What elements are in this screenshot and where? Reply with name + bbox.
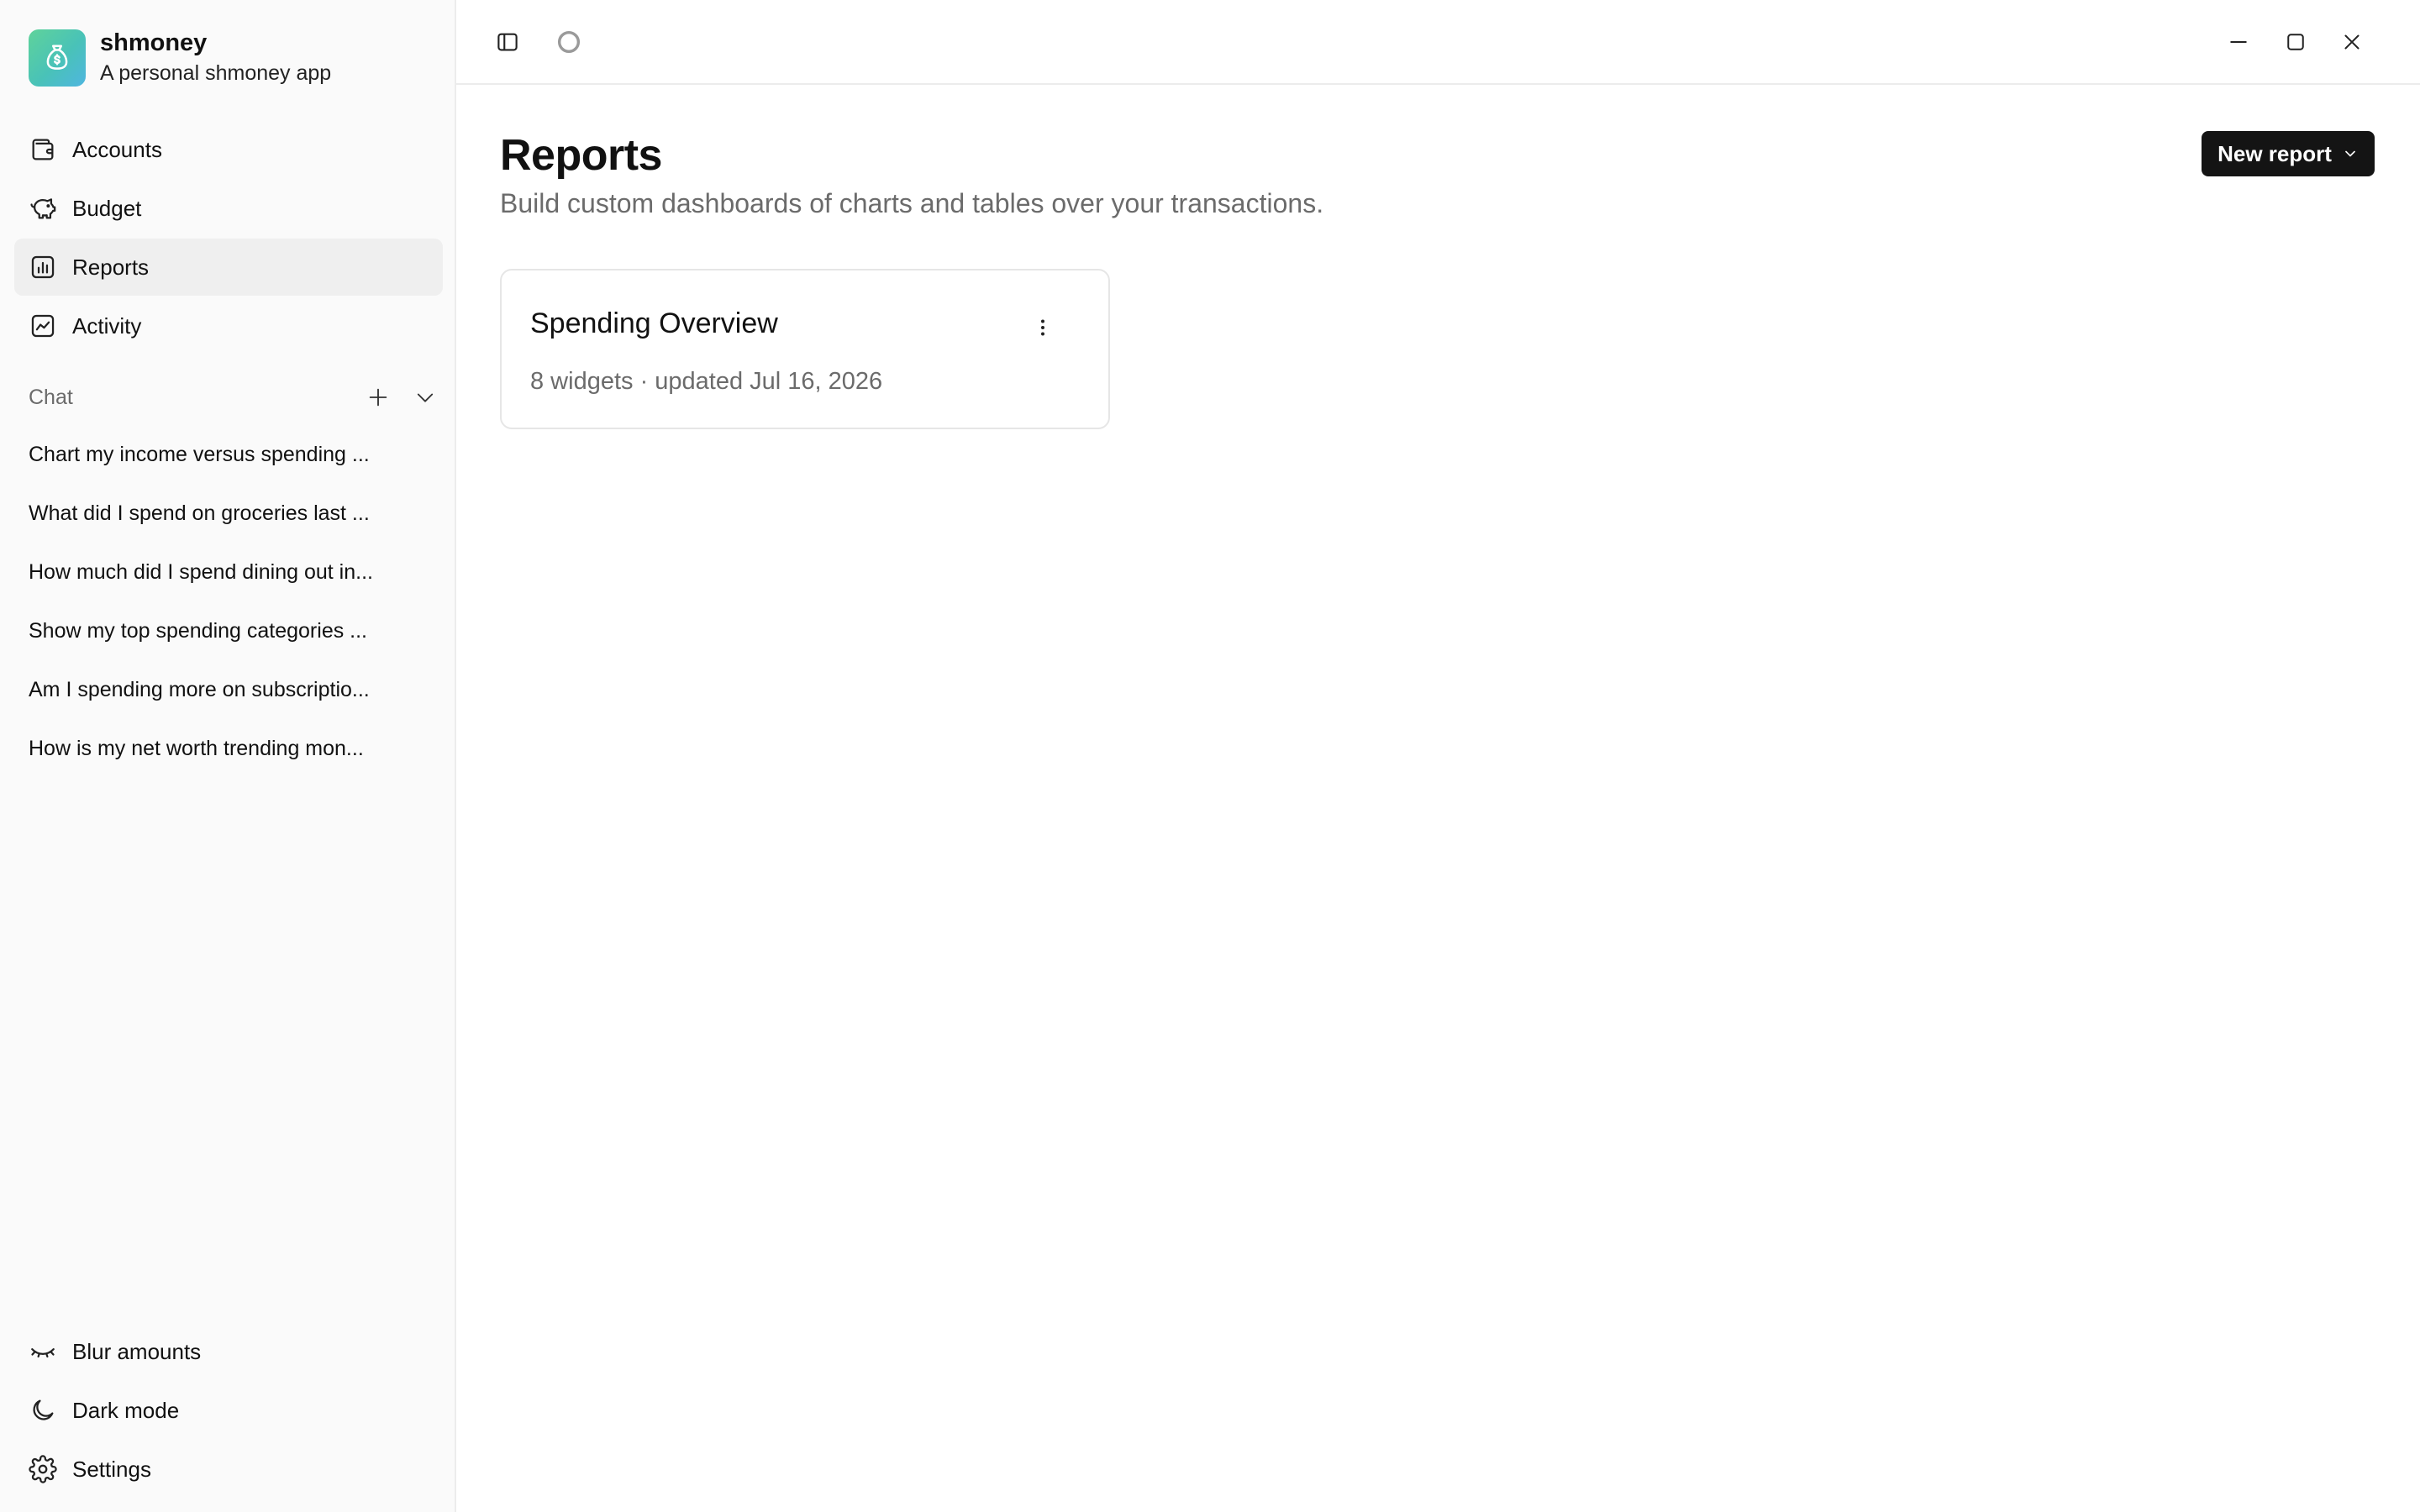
money-bag-icon [29,29,86,87]
report-meta: 8 widgets · updated Jul 16, 2026 [530,368,883,395]
sidebar-item-label: Budget [72,195,142,221]
sidebar-footer: Blur amounts Dark mode Settings [14,1323,443,1499]
app-name: shmoney [100,29,208,56]
report-title: Spending Overview [530,307,778,339]
chart-icon [31,255,55,279]
minimize-window-button[interactable] [2222,25,2255,59]
chevron-down-icon [2345,150,2355,157]
chat-section-header: Chat [29,376,442,418]
sidebar-item-accounts[interactable]: Accounts [14,121,443,178]
page-title: Reports [500,131,662,180]
collapse-chat-button[interactable] [408,381,442,414]
dark-mode-toggle[interactable]: Dark mode [14,1382,443,1439]
page-subtitle: Build custom dashboards of charts and ta… [500,188,1324,218]
close-window-button[interactable] [2335,25,2369,59]
sidebar-item-label: Activity [72,312,142,339]
chat-list-item[interactable]: How much did I spend dining out in... [29,543,390,601]
chat-list-item[interactable]: Chart my income versus spending ... [29,425,390,484]
close-icon [2344,34,2360,50]
sidebar-item-label: Accounts [72,136,162,162]
chat-section-title: Chat [29,385,73,409]
main-content: Reports Build custom dashboards of chart… [456,0,2420,1512]
title-bar [456,0,2420,85]
gear-icon [29,1455,57,1483]
new-chat-button[interactable] [361,381,395,414]
sidebar-toggle-icon [497,33,518,51]
plus-icon [369,388,387,407]
blur-amounts-label: Blur amounts [72,1338,202,1364]
brand[interactable]: shmoney A personal shmoney app [29,29,331,87]
sidebar-item-label: Reports [72,254,150,280]
activity-icon [31,314,55,338]
new-report-label: New report [2217,140,2332,166]
app-tagline: A personal shmoney app [100,61,332,85]
dark-mode-label: Dark mode [72,1397,180,1423]
sidebar: shmoney A personal shmoney app Accounts … [0,0,456,1512]
toggle-sidebar-button[interactable] [491,25,524,59]
report-options-button[interactable] [1026,311,1060,344]
moon-icon [33,1399,54,1420]
settings-button[interactable]: Settings [14,1441,443,1498]
chat-list: Chart my income versus spending ... What… [29,425,390,778]
eye-closed-icon [31,1348,55,1358]
chat-list-item[interactable]: Show my top spending categories ... [29,601,390,660]
sidebar-item-reports[interactable]: Reports [14,239,443,296]
more-vertical-icon [1041,319,1044,336]
minimize-icon [2230,41,2247,43]
sidebar-item-budget[interactable]: Budget [14,180,443,237]
app-window: shmoney A personal shmoney app Accounts … [0,0,2420,1512]
maximize-window-button[interactable] [2279,25,2312,59]
new-report-button[interactable]: New report [2202,131,2375,176]
piggy-bank-icon [30,198,56,219]
maximize-icon [2287,34,2304,50]
chat-list-item[interactable]: How is my net worth trending mon... [29,719,390,778]
main-nav: Accounts Budget Reports Activity [14,121,443,356]
chat-list-item[interactable]: What did I spend on groceries last ... [29,484,390,543]
sync-status-button[interactable] [552,25,586,59]
chevron-down-icon [417,393,434,402]
report-card[interactable]: Spending Overview 8 widgets · updated Ju… [500,269,1110,429]
chat-list-item[interactable]: Am I spending more on subscriptio... [29,660,390,719]
sidebar-item-activity[interactable]: Activity [14,297,443,354]
wallet-icon [32,139,54,160]
loading-ring-icon [557,30,581,54]
blur-amounts-toggle[interactable]: Blur amounts [14,1323,443,1380]
settings-label: Settings [72,1456,151,1482]
